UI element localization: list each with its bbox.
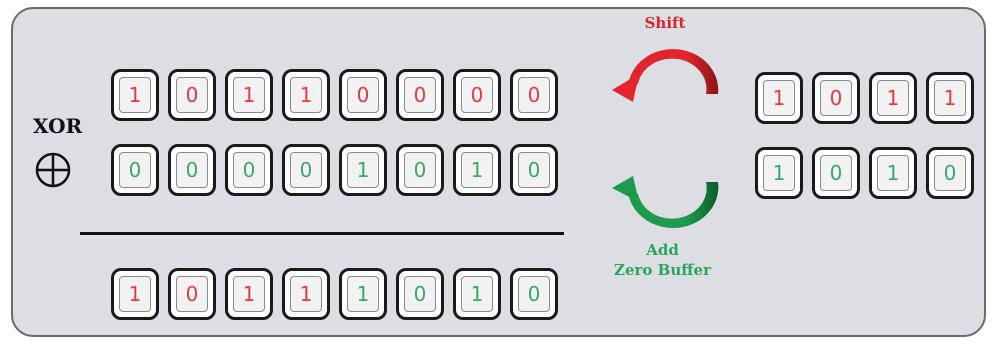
bit-cell: 1: [926, 72, 974, 124]
bit-cell: 0: [396, 268, 444, 320]
bit-value: 0: [347, 77, 379, 113]
shifted-bits-row: 1011: [755, 72, 974, 124]
bit-value: 1: [877, 80, 909, 116]
bit-cell: 0: [510, 268, 558, 320]
bit-value: 1: [233, 276, 265, 312]
bit-cell: 0: [396, 69, 444, 121]
bit-cell: 1: [453, 268, 501, 320]
bit-value: 0: [119, 152, 151, 188]
bit-cell: 0: [168, 144, 216, 196]
bit-cell: 0: [812, 72, 860, 124]
xor-label: XOR: [33, 114, 83, 138]
bit-value: 0: [233, 152, 265, 188]
bit-value: 0: [290, 152, 322, 188]
bit-cell: 0: [453, 69, 501, 121]
bit-value: 1: [119, 77, 151, 113]
bit-value: 0: [176, 77, 208, 113]
add-label-line2: Zero Buffer: [614, 261, 711, 279]
result-divider: [80, 232, 564, 235]
bit-value: 0: [461, 77, 493, 113]
bit-cell: 1: [339, 268, 387, 320]
operand-b-row: 00001010: [111, 144, 558, 196]
bit-cell: 0: [510, 144, 558, 196]
bit-value: 0: [176, 276, 208, 312]
circled-plus-icon: [35, 152, 71, 188]
bit-value: 1: [290, 77, 322, 113]
bit-value: 1: [934, 80, 966, 116]
bit-value: 0: [404, 152, 436, 188]
add-label-line1: Add: [646, 241, 679, 259]
buffer-bits-row: 1010: [755, 147, 974, 199]
bit-value: 0: [518, 276, 550, 312]
bit-value: 0: [934, 155, 966, 191]
bit-value: 0: [820, 80, 852, 116]
bit-value: 0: [404, 77, 436, 113]
bit-cell: 1: [225, 69, 273, 121]
bit-cell: 1: [755, 72, 803, 124]
shift-label: Shift: [644, 14, 686, 32]
add-zero-buffer-label: Add Zero Buffer: [600, 240, 725, 280]
bit-value: 1: [461, 276, 493, 312]
bit-value: 1: [877, 155, 909, 191]
bit-cell: 0: [225, 144, 273, 196]
bit-cell: 0: [926, 147, 974, 199]
bit-value: 1: [763, 80, 795, 116]
bit-cell: 0: [111, 144, 159, 196]
bit-value: 0: [176, 152, 208, 188]
operand-a-row: 10110000: [111, 69, 558, 121]
bit-value: 1: [233, 77, 265, 113]
bit-cell: 1: [282, 69, 330, 121]
bit-cell: 0: [396, 144, 444, 196]
bit-cell: 0: [168, 69, 216, 121]
bit-cell: 1: [111, 268, 159, 320]
bit-value: 1: [763, 155, 795, 191]
bit-value: 0: [518, 77, 550, 113]
bit-cell: 1: [869, 147, 917, 199]
result-row: 10111010: [111, 268, 558, 320]
bit-cell: 1: [339, 144, 387, 196]
bit-cell: 1: [225, 268, 273, 320]
bit-cell: 1: [111, 69, 159, 121]
bit-value: 0: [820, 155, 852, 191]
bit-value: 1: [119, 276, 151, 312]
bit-value: 0: [404, 276, 436, 312]
bit-cell: 0: [282, 144, 330, 196]
bit-cell: 1: [869, 72, 917, 124]
bit-cell: 1: [282, 268, 330, 320]
shift-arrow-icon: [612, 49, 719, 102]
bit-cell: 1: [453, 144, 501, 196]
add-arrow-icon: [612, 176, 719, 229]
bit-cell: 0: [168, 268, 216, 320]
bit-cell: 0: [339, 69, 387, 121]
bit-value: 1: [461, 152, 493, 188]
bit-cell: 0: [510, 69, 558, 121]
bit-value: 1: [347, 276, 379, 312]
bit-cell: 0: [812, 147, 860, 199]
bit-value: 1: [347, 152, 379, 188]
bit-value: 0: [518, 152, 550, 188]
bit-cell: 1: [755, 147, 803, 199]
bit-value: 1: [290, 276, 322, 312]
